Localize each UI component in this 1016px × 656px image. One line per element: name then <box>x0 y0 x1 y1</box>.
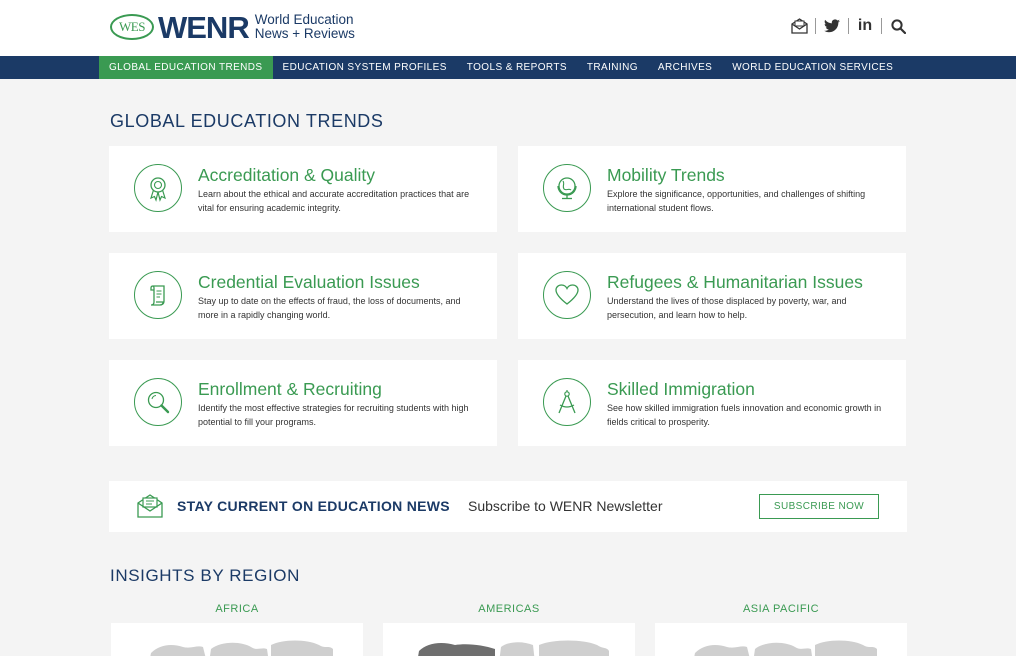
newsletter-banner: STAY CURRENT ON EDUCATION NEWS Subscribe… <box>109 481 907 532</box>
region-label-americas[interactable]: AMERICAS <box>383 603 635 615</box>
trend-card-title: Refugees & Humanitarian Issues <box>607 272 863 292</box>
award-icon <box>134 164 182 212</box>
trends-section-title: GLOBAL EDUCATION TRENDS <box>110 111 384 131</box>
nav-item-archives[interactable]: ARCHIVES <box>648 56 722 79</box>
globe-icon <box>543 164 591 212</box>
region-label-asia-pacific[interactable]: ASIA PACIFIC <box>655 603 907 615</box>
trend-card-mobility[interactable]: Mobility Trends Explore the significance… <box>518 146 906 232</box>
nav-item-education-system-profiles[interactable]: EDUCATION SYSTEM PROFILES <box>273 56 457 79</box>
header-divider <box>848 18 849 34</box>
site-tagline: World Education News + Reviews <box>255 13 355 41</box>
trend-card-description: Stay up to date on the effects of fraud,… <box>198 296 461 320</box>
regions-section-title: INSIGHTS BY REGION <box>110 566 300 585</box>
nav-item-tools-reports[interactable]: TOOLS & REPORTS <box>457 56 577 79</box>
newsletter-mail-icon[interactable] <box>789 16 809 36</box>
region-card-africa[interactable] <box>111 623 363 656</box>
newsletter-heading: STAY CURRENT ON EDUCATION NEWS <box>177 498 450 514</box>
compass-icon <box>543 378 591 426</box>
world-map-icon <box>150 640 333 656</box>
region-card-asia-pacific[interactable] <box>655 623 907 656</box>
trend-card-description: Identify the most effective strategies f… <box>198 403 469 427</box>
trend-card-description: Learn about the ethical and accurate acc… <box>198 189 470 213</box>
trend-card-description: See how skilled immigration fuels innova… <box>607 403 882 427</box>
region-label-africa[interactable]: AFRICA <box>111 603 363 615</box>
world-map-icon <box>694 640 877 656</box>
site-logo[interactable]: WES WENR World Education News + Reviews <box>110 10 355 44</box>
nav-item-training[interactable]: TRAINING <box>577 56 648 79</box>
trend-card-title: Credential Evaluation Issues <box>198 272 420 292</box>
trend-card-title: Skilled Immigration <box>607 379 755 399</box>
trend-card-title: Enrollment & Recruiting <box>198 379 382 399</box>
tagline-line-2: News + Reviews <box>254 26 355 41</box>
trend-card-accreditation[interactable]: Accreditation & Quality Learn about the … <box>109 146 497 232</box>
header-icons: in <box>789 16 908 36</box>
trend-card-refugees[interactable]: Refugees & Humanitarian Issues Understan… <box>518 253 906 339</box>
header-divider <box>881 18 882 34</box>
tagline-line-1: World Education <box>254 12 354 27</box>
twitter-icon[interactable] <box>822 16 842 36</box>
trend-card-description: Explore the significance, opportunities,… <box>607 189 866 213</box>
trend-card-credential-evaluation[interactable]: Credential Evaluation Issues Stay up to … <box>109 253 497 339</box>
trend-card-skilled-immigration[interactable]: Skilled Immigration See how skilled immi… <box>518 360 906 446</box>
wenr-wordmark: WENR <box>158 9 250 45</box>
trend-card-title: Mobility Trends <box>607 165 725 185</box>
nav-items: GLOBAL EDUCATION TRENDS EDUCATION SYSTEM… <box>99 56 903 79</box>
newsletter-subheading: Subscribe to WENR Newsletter <box>468 498 663 514</box>
heart-icon <box>543 271 591 319</box>
wes-logo-mark: WES <box>110 14 154 40</box>
nav-item-world-education-services[interactable]: WORLD EDUCATION SERVICES <box>722 56 903 79</box>
scroll-icon <box>134 271 182 319</box>
trend-card-description: Understand the lives of those displaced … <box>607 296 847 320</box>
main-navigation: GLOBAL EDUCATION TRENDS EDUCATION SYSTEM… <box>0 56 1016 79</box>
region-card-americas[interactable] <box>383 623 635 656</box>
search-icon[interactable] <box>888 16 908 36</box>
world-map-icon <box>418 640 609 656</box>
subscribe-now-button[interactable]: SUBSCRIBE NOW <box>759 494 879 519</box>
magnifier-icon <box>134 378 182 426</box>
envelope-letter-icon <box>137 493 163 519</box>
trend-card-title: Accreditation & Quality <box>198 165 376 185</box>
nav-item-global-education-trends[interactable]: GLOBAL EDUCATION TRENDS <box>99 56 273 79</box>
site-header: WES WENR World Education News + Reviews … <box>0 0 1016 56</box>
header-divider <box>815 18 816 34</box>
trend-card-enrollment[interactable]: Enrollment & Recruiting Identify the mos… <box>109 360 497 446</box>
linkedin-icon[interactable]: in <box>855 16 875 36</box>
